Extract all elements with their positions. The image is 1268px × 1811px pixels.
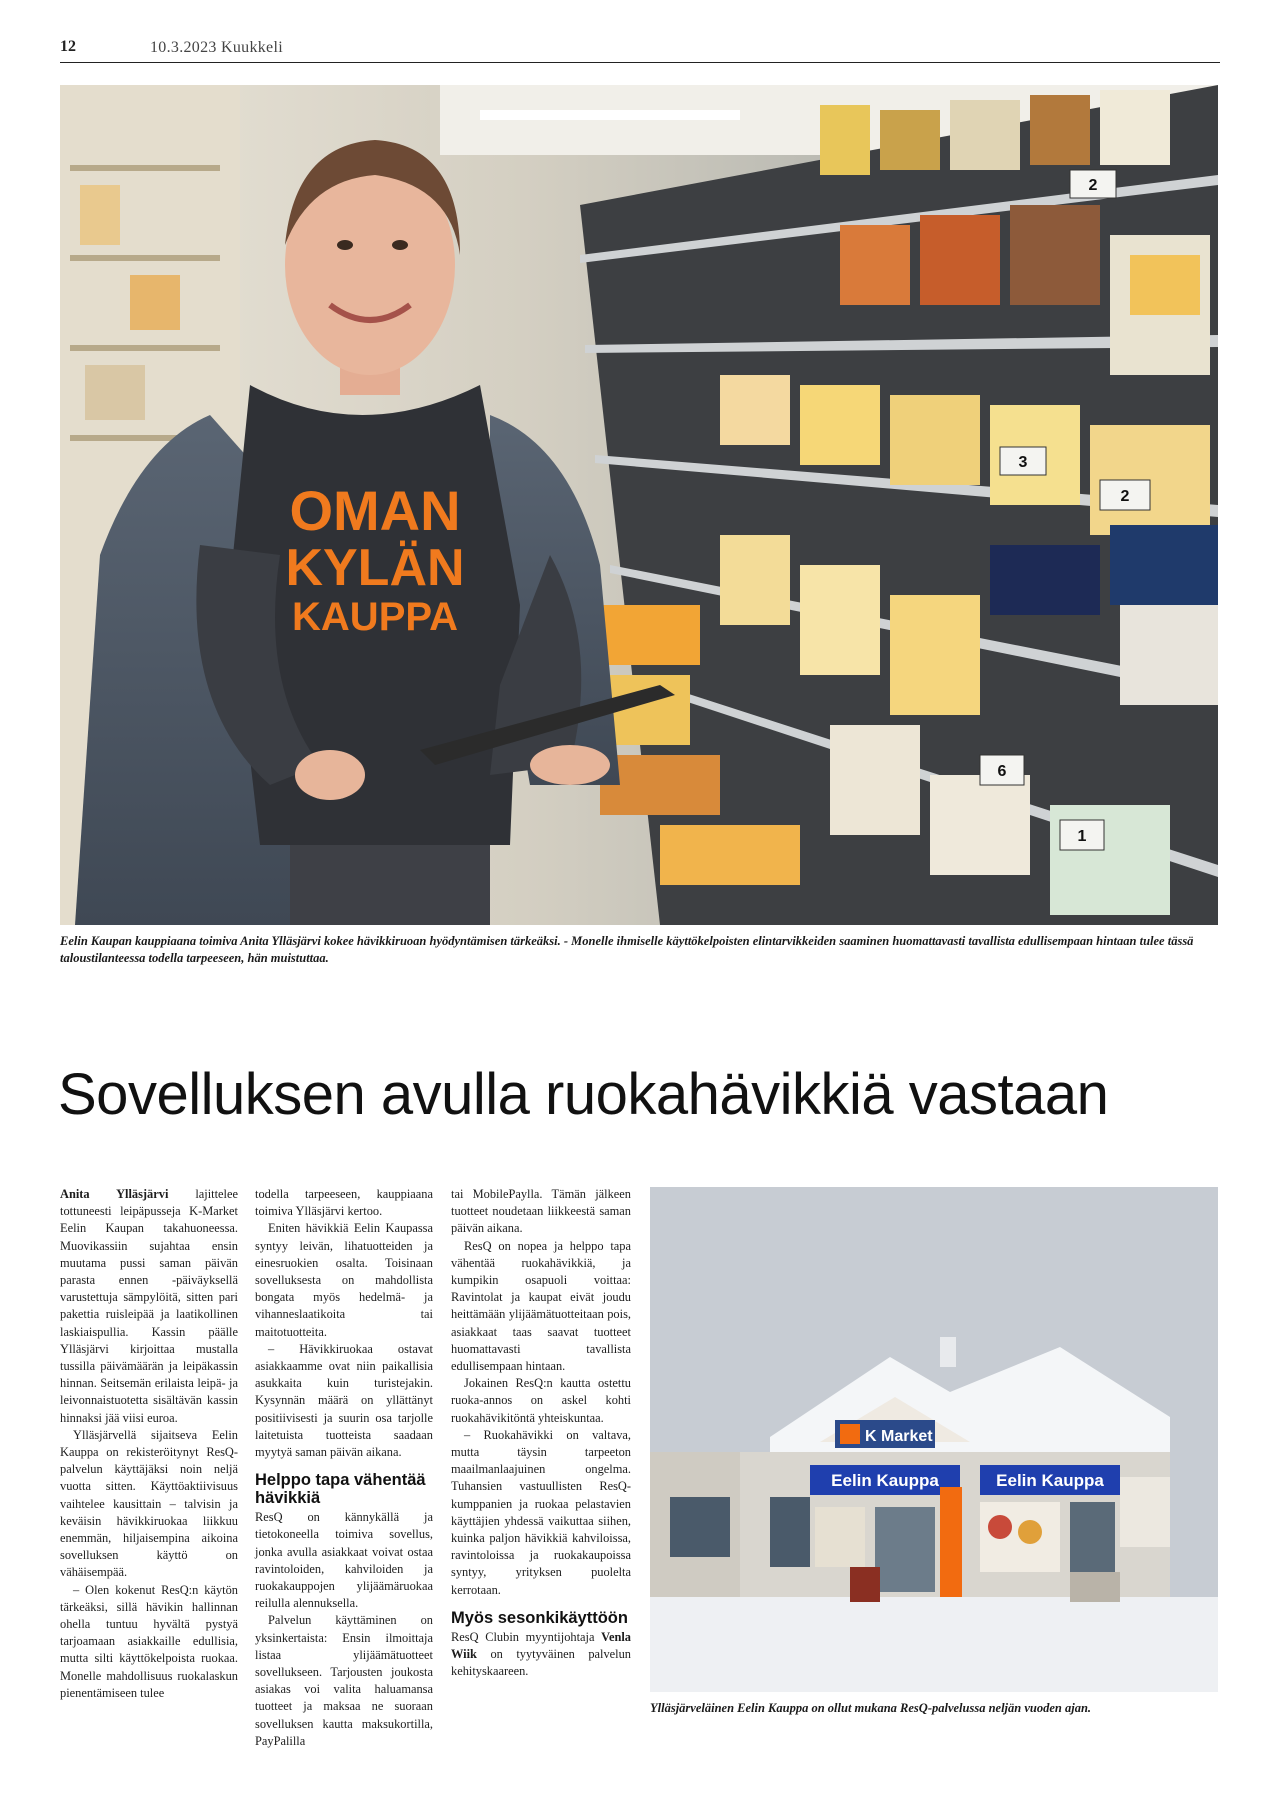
article-column-1: Anita Ylläsjärvi lajittelee tottuneesti … [60, 1186, 238, 1702]
price-tag: 1 [1078, 828, 1087, 845]
price-tag: 3 [1019, 454, 1028, 471]
photo-caption-store: Ylläsjärveläinen Eelin Kauppa on ollut m… [650, 1701, 1092, 1715]
photo-caption-shopkeeper: Eelin Kaupan kauppiaana toimiva Anita Yl… [60, 934, 1194, 965]
lead-name: Anita Ylläsjärvi [60, 1187, 169, 1201]
paragraph: Palvelun käyttäminen on yksinkertaista: … [255, 1613, 433, 1748]
article-column-3: tai MobilePaylla. Tämän jälkeen tuotteet… [451, 1186, 631, 1680]
price-tag: 6 [998, 763, 1007, 780]
photo-shopkeeper: 2 3 2 6 1 OMAN KYLÄN KAUPPA [60, 85, 1218, 925]
paragraph: ResQ Clubin myyntijohtaja Venla Wiik on … [451, 1629, 631, 1679]
paragraph: Jokainen ResQ:n kautta ostettu ruoka-ann… [451, 1376, 631, 1425]
article-headline: Sovelluksen avulla ruokahävikkiä vastaan [58, 1062, 1109, 1127]
paragraph: tai MobilePaylla. Tämän jälkeen tuotteet… [451, 1187, 631, 1236]
publication-date: 10.3.2023 Kuukkeli [150, 39, 283, 56]
paragraph: Anita Ylläsjärvi lajittelee tottuneesti … [60, 1187, 238, 1425]
paragraph: – Hävikkiruokaa ostavat asiakkaamme ovat… [255, 1341, 433, 1460]
shopkeeper-illustration: 2 3 2 6 1 OMAN KYLÄN KAUPPA [60, 85, 1218, 925]
shirt-text-line2: KYLÄN [285, 539, 464, 597]
article-column-2: todella tarpeeseen, kauppiaana toimiva Y… [255, 1186, 433, 1750]
paragraph: todella tarpeeseen, kauppiaana toimiva Y… [255, 1187, 433, 1219]
price-tag: 2 [1121, 488, 1130, 505]
paragraph: Ylläsjärvellä sijaitseva Eelin Kauppa on… [60, 1427, 238, 1580]
store-exterior-illustration: K Market Eelin Kauppa Eelin Kauppa [650, 1187, 1218, 1692]
store-sign-right: Eelin Kauppa [996, 1471, 1104, 1490]
store-sign-left: Eelin Kauppa [831, 1471, 939, 1490]
kmarket-sign: K Market [865, 1428, 933, 1445]
paragraph: ResQ on kännykällä ja tietokoneella toim… [255, 1510, 433, 1611]
shirt-text-line3: KAUPPA [292, 595, 458, 639]
page-header: 12 10.3.2023 Kuukkeli [60, 38, 1220, 63]
shirt-text-line1: OMAN [289, 479, 460, 542]
paragraph: – Olen kokenut ResQ:n käytön tärkeäksi, … [60, 1582, 238, 1700]
page-number: 12 [60, 38, 76, 55]
subheading: Myös sesonkikäyttöön [451, 1608, 628, 1627]
subheading: Helppo tapa vähentää hävikkiä [255, 1471, 426, 1508]
paragraph: – Ruokahävikki on valtava, mutta täysin … [451, 1427, 631, 1597]
paragraph: Eniten hävikkiä Eelin Kaupassa syntyy le… [255, 1221, 433, 1339]
photo-store-exterior: K Market Eelin Kauppa Eelin Kauppa [650, 1187, 1218, 1692]
paragraph: ResQ on nopea ja helppo tapa vähentää ru… [451, 1238, 631, 1374]
price-tag: 2 [1089, 177, 1098, 194]
